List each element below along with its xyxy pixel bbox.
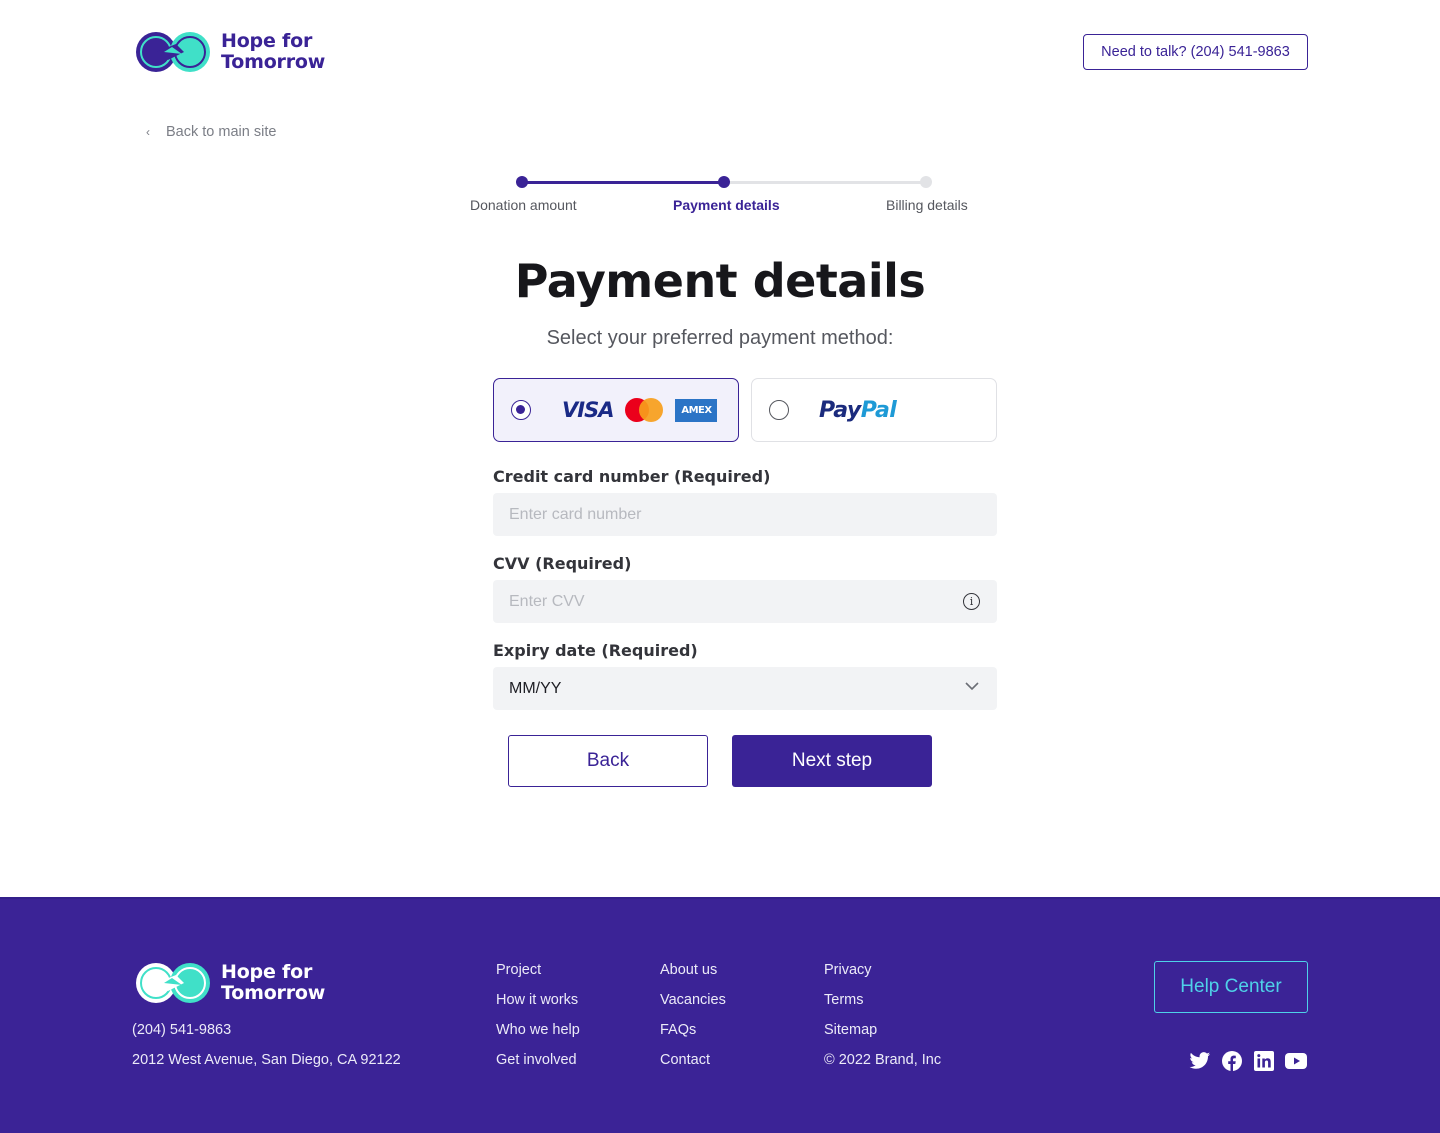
- footer-phone[interactable]: (204) 541-9863: [132, 1022, 231, 1038]
- footer-link-how-it-works[interactable]: How it works: [496, 992, 578, 1008]
- paypal-logo-pay: Pay: [819, 397, 861, 423]
- mastercard-logo-icon: [625, 398, 664, 422]
- footer-copyright: © 2022 Brand, Inc: [824, 1052, 942, 1068]
- brand-name: Hope for Tomorrow: [221, 31, 325, 73]
- card-number-label: Credit card number (Required): [493, 467, 771, 486]
- progress-stepper: Donation amount Payment details Billing …: [470, 174, 970, 219]
- expiry-select[interactable]: MM/YY: [493, 667, 997, 710]
- footer-brand-line2: Tomorrow: [221, 982, 326, 1004]
- cvv-field[interactable]: i: [493, 580, 997, 623]
- donation-payment-page: Hope for Tomorrow Need to talk? (204) 54…: [0, 0, 1440, 1133]
- step-label-payment-details: Payment details: [673, 197, 780, 213]
- back-link-label: Back to main site: [166, 124, 277, 140]
- expiry-value: MM/YY: [509, 679, 562, 697]
- footer-link-project[interactable]: Project: [496, 962, 541, 978]
- payment-method-card[interactable]: VISA AMEX: [493, 378, 739, 442]
- expiry-label: Expiry date (Required): [493, 641, 698, 660]
- twitter-icon[interactable]: [1189, 1051, 1211, 1071]
- footer-link-terms[interactable]: Terms: [824, 992, 863, 1008]
- help-center-button[interactable]: Help Center: [1154, 961, 1308, 1013]
- page-subtitle: Select your preferred payment method:: [546, 327, 894, 349]
- paypal-logo-pal: Pal: [860, 397, 897, 423]
- card-number-input[interactable]: [509, 505, 929, 524]
- footer-link-vacancies[interactable]: Vacancies: [660, 992, 726, 1008]
- step-dot-billing-details: [920, 176, 932, 188]
- brand-name-line2: Tomorrow: [221, 51, 326, 73]
- next-step-button[interactable]: Next step: [732, 735, 932, 787]
- step-dot-donation-amount: [516, 176, 528, 188]
- footer-logo[interactable]: Hope for Tomorrow: [134, 961, 325, 1005]
- amex-logo-icon: AMEX: [675, 398, 718, 422]
- facebook-icon[interactable]: [1221, 1051, 1243, 1071]
- page-title: Payment details: [514, 254, 926, 308]
- brand-name-line1: Hope for: [221, 30, 313, 52]
- back-button[interactable]: Back: [508, 735, 708, 787]
- step-label-donation-amount[interactable]: Donation amount: [470, 197, 577, 213]
- paypal-logo-icon: PayPal: [819, 397, 897, 423]
- footer-link-privacy[interactable]: Privacy: [824, 962, 872, 978]
- footer: Hope for Tomorrow (204) 541-9863 2012 We…: [0, 897, 1440, 1133]
- cvv-label: CVV (Required): [493, 554, 632, 573]
- footer-link-contact[interactable]: Contact: [660, 1052, 710, 1068]
- footer-link-sitemap[interactable]: Sitemap: [824, 1022, 877, 1038]
- footer-address: 2012 West Avenue, San Diego, CA 92122: [132, 1052, 401, 1068]
- card-number-field[interactable]: [493, 493, 997, 536]
- card-radio[interactable]: [511, 400, 531, 420]
- footer-link-who-we-help[interactable]: Who we help: [496, 1022, 580, 1038]
- step-dot-payment-details: [718, 176, 730, 188]
- footer-link-about-us[interactable]: About us: [660, 962, 717, 978]
- linkedin-icon[interactable]: [1253, 1051, 1275, 1071]
- footer-link-get-involved[interactable]: Get involved: [496, 1052, 577, 1068]
- stepper-track-progress: [522, 181, 724, 184]
- back-to-main-site-link[interactable]: ‹ Back to main site: [146, 124, 276, 140]
- infinity-logo-icon: [136, 963, 210, 1003]
- paypal-radio[interactable]: [769, 400, 789, 420]
- chevron-left-icon: ‹: [146, 125, 150, 139]
- chevron-down-icon: [965, 682, 979, 691]
- info-icon[interactable]: i: [963, 593, 980, 610]
- step-label-billing-details: Billing details: [886, 197, 968, 213]
- footer-brand-line1: Hope for: [221, 961, 313, 983]
- footer-brand-name: Hope for Tomorrow: [221, 962, 325, 1004]
- visa-logo-icon: VISA: [562, 398, 614, 422]
- cvv-input[interactable]: [509, 592, 929, 611]
- infinity-logo-icon: [136, 32, 210, 72]
- need-to-talk-button[interactable]: Need to talk? (204) 541-9863: [1083, 34, 1308, 70]
- footer-link-faqs[interactable]: FAQs: [660, 1022, 696, 1038]
- youtube-icon[interactable]: [1285, 1051, 1307, 1071]
- header-logo[interactable]: Hope for Tomorrow: [134, 30, 325, 74]
- payment-method-paypal[interactable]: PayPal: [751, 378, 997, 442]
